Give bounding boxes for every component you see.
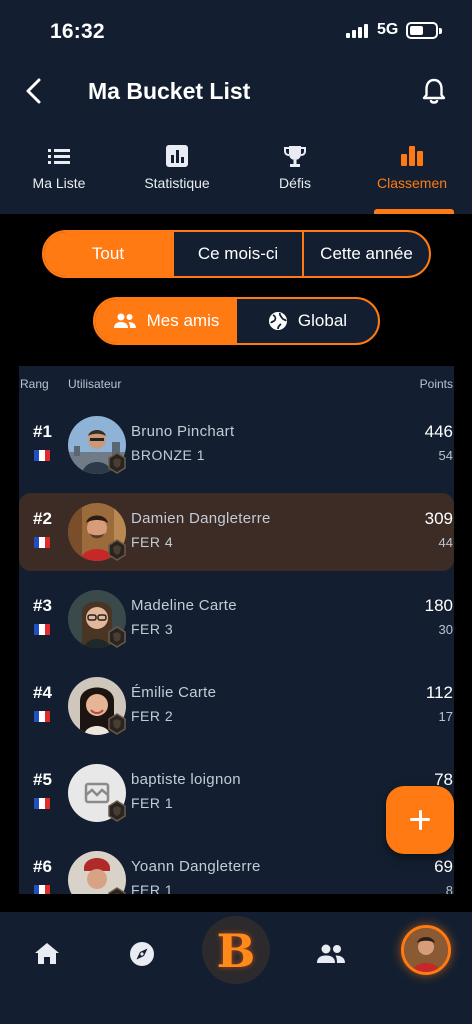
france-flag-icon (34, 537, 50, 548)
tab-defis[interactable]: Défis (245, 140, 345, 214)
tab-statistique[interactable]: Statistique (127, 140, 227, 214)
row-username: Madeline Carte (131, 597, 237, 614)
row-rank: #4 (33, 683, 52, 702)
column-user: Utilisateur (68, 377, 122, 391)
network-label: 5G (377, 21, 399, 38)
row-username: Émilie Carte (131, 684, 217, 701)
bell-icon[interactable] (420, 76, 448, 106)
tab-classement[interactable]: Classemen (371, 140, 453, 214)
list-icon (48, 149, 70, 164)
row-tier: FER 1 (131, 882, 174, 894)
brand-logo: B (216, 924, 256, 978)
leaderboard-row[interactable]: #1 Bruno Pinchart BRONZE 1 446 54 (19, 406, 454, 484)
rank-badge-icon (108, 713, 126, 735)
stats-icon (166, 145, 188, 167)
plus-icon-stroke (418, 810, 422, 830)
globe-icon (268, 312, 287, 330)
rank-badge-icon (108, 626, 126, 648)
app-header: Ma Bucket List (0, 64, 472, 120)
row-rank: #2 (33, 509, 52, 528)
row-rank: #1 (33, 422, 52, 441)
row-username: Yoann Dangleterre (131, 858, 261, 875)
rank-badge-icon (108, 800, 126, 822)
column-rank: Rang (20, 377, 49, 391)
top-area: 16:32 5G Ma Bucket List Ma Liste Statist… (0, 0, 472, 214)
rank-badge-icon (108, 539, 126, 561)
back-arrow-icon[interactable] (20, 76, 50, 106)
france-flag-icon (34, 885, 50, 894)
row-rank: #3 (33, 596, 52, 615)
row-subpoints: 44 (438, 535, 453, 550)
row-points: 180 (424, 596, 453, 615)
status-bar: 16:32 5G (0, 0, 472, 64)
row-tier: FER 4 (131, 534, 174, 550)
leaderboard-row[interactable]: #3 Madeline Carte FER 3 180 30 (19, 580, 454, 658)
friends-icon[interactable] (313, 936, 349, 972)
row-points: 69 (434, 857, 453, 876)
add-button[interactable] (386, 786, 454, 854)
row-tier: FER 3 (131, 621, 174, 637)
compass-icon[interactable] (124, 936, 160, 972)
leaderboard-row[interactable]: #4 Émilie Carte FER 2 112 17 (19, 667, 454, 745)
rank-badge-icon (108, 887, 126, 894)
row-tier: FER 1 (131, 795, 174, 811)
row-points: 309 (424, 509, 453, 528)
tab-ma-liste[interactable]: Ma Liste (9, 140, 109, 214)
rank-badge-icon (108, 452, 126, 474)
filter-ce-mois-ci[interactable]: Ce mois-ci (172, 232, 302, 276)
friends-icon (113, 313, 136, 328)
status-time: 16:32 (50, 20, 105, 43)
home-icon[interactable] (29, 936, 65, 972)
row-tier: BRONZE 1 (131, 447, 206, 463)
row-rank: #6 (33, 857, 52, 876)
row-username: baptiste loignon (131, 771, 241, 788)
filter-label: Global (297, 311, 348, 330)
brand-logo-button[interactable]: B (202, 916, 270, 984)
trophy-icon (284, 146, 306, 167)
france-flag-icon (34, 711, 50, 722)
column-points: Points (419, 377, 453, 391)
row-points: 112 (425, 683, 453, 702)
tab-label: Statistique (144, 175, 210, 191)
bottom-nav: B (0, 912, 472, 1024)
row-username: Bruno Pinchart (131, 423, 235, 440)
leaderboard-header: Rang Utilisateur Points (19, 366, 454, 402)
row-username: Damien Dangleterre (131, 510, 271, 527)
period-filter: Tout Ce mois-ci Cette année (42, 230, 431, 278)
filter-mes-amis[interactable]: Mes amis (95, 299, 237, 343)
filter-cette-annee[interactable]: Cette année (302, 232, 429, 276)
row-tier: FER 2 (131, 708, 174, 724)
profile-avatar[interactable] (401, 925, 451, 975)
leaderboard-icon (401, 146, 423, 166)
signal-icon (346, 24, 368, 38)
tab-bar: Ma Liste Statistique Défis Classemen (0, 140, 472, 214)
row-subpoints: 30 (438, 622, 453, 637)
tab-label: Défis (279, 175, 311, 191)
filter-label: Mes amis (146, 311, 220, 330)
filter-global[interactable]: Global (237, 299, 378, 343)
page-title: Ma Bucket List (88, 78, 251, 104)
scope-filter: Mes amis Global (93, 297, 380, 345)
filter-tout[interactable]: Tout (44, 232, 172, 276)
battery-icon (406, 22, 442, 39)
leaderboard-row[interactable]: #6 Yoann Dangleterre FER 1 69 8 (19, 841, 454, 894)
row-subpoints: 54 (438, 448, 453, 463)
leaderboard-row-current-user[interactable]: #2 Damien Dangleterre FER 4 309 44 (19, 493, 454, 571)
france-flag-icon (34, 798, 50, 809)
france-flag-icon (34, 624, 50, 635)
row-rank: #5 (33, 770, 52, 789)
row-subpoints: 8 (445, 883, 453, 894)
row-subpoints: 17 (438, 709, 453, 724)
tab-label: Ma Liste (32, 175, 86, 191)
france-flag-icon (34, 450, 50, 461)
active-tab-indicator (374, 209, 454, 214)
tab-label: Classemen (376, 175, 448, 191)
row-points: 446 (424, 422, 453, 441)
